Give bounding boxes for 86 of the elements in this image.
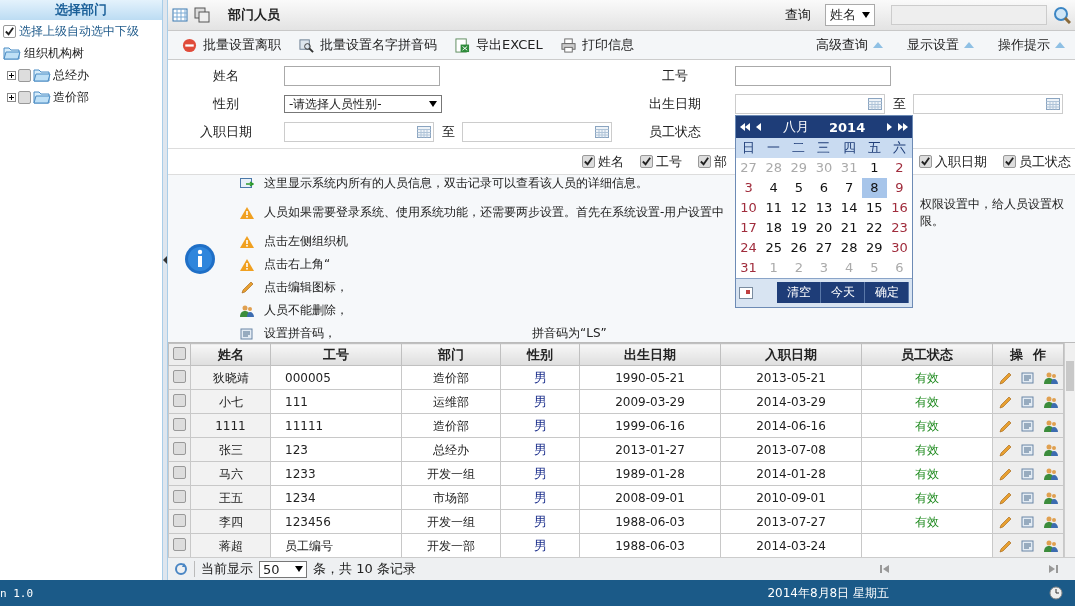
- range-separator: 至: [440, 123, 456, 141]
- table-cell: 小七: [218, 394, 243, 409]
- table-cell: 2008-09-01: [615, 490, 685, 505]
- table-cell: 马六: [218, 466, 243, 481]
- table-cell: 有效: [915, 514, 939, 529]
- table-cell: 2013-05-21: [756, 370, 826, 385]
- date-text: 2014年8月8日 星期五: [767, 584, 889, 602]
- table-cell: 123456: [285, 514, 331, 529]
- table-cell: 1988-06-03: [615, 538, 685, 553]
- weekday-label: 二: [791, 139, 807, 157]
- table-cell: 111: [285, 394, 308, 409]
- field-label: 入职日期: [199, 123, 253, 141]
- table-cell: 123: [285, 442, 308, 457]
- table-cell: 11111: [285, 418, 324, 433]
- table-cell: 2014-01-28: [756, 466, 826, 481]
- weekday-label: 三: [816, 139, 832, 157]
- table-cell: 造价部: [433, 370, 469, 385]
- table-cell: 有效: [915, 370, 939, 385]
- field-label: 员工状态: [647, 123, 702, 141]
- tip-text: 拼音码为“LS”: [532, 325, 608, 342]
- table-cell: 男: [533, 417, 547, 433]
- field-label: 性别: [212, 95, 240, 113]
- pager-label: 当前显示: [201, 560, 253, 578]
- field-label: 工号: [660, 67, 689, 85]
- table-cell: 2014-03-24: [756, 538, 826, 553]
- table-cell: 男: [533, 441, 547, 457]
- page-title: 部门人员: [228, 6, 280, 24]
- query-label: 查询: [785, 6, 811, 24]
- table-cell: 2014-06-16: [756, 418, 826, 433]
- record-summary: 条，共 10 条记录: [313, 560, 416, 578]
- table-cell: 1999-06-16: [615, 418, 685, 433]
- table-cell: 男: [533, 393, 547, 409]
- table-cell: 有效: [915, 466, 939, 481]
- table-cell: 男: [533, 537, 547, 553]
- table-cell: 狄晓靖: [212, 370, 249, 385]
- table-cell: 1989-01-28: [615, 466, 685, 481]
- table-cell: 2009-03-29: [615, 394, 685, 409]
- table-cell: 男: [533, 513, 547, 529]
- weekday-label: 一: [766, 139, 782, 157]
- table-cell: 男: [533, 465, 547, 481]
- table-cell: 有效: [915, 442, 939, 457]
- table-cell: 张三: [218, 442, 243, 457]
- table-cell: 员工编号: [285, 538, 333, 553]
- table-cell: 有效: [915, 394, 939, 409]
- field-label: 出生日期: [647, 95, 702, 113]
- table-cell: 开发一部: [427, 538, 475, 553]
- weekday-label: 六: [891, 139, 907, 157]
- range-separator: 至: [891, 95, 907, 113]
- table-cell: 1111: [215, 418, 246, 433]
- tip-text: 这里显示系统内所有的人员信息，双击记录可以查看该人员的详细信息。: [264, 175, 648, 192]
- table-cell: 2013-07-27: [756, 514, 826, 529]
- table-cell: 总经办: [433, 442, 469, 457]
- table-cell: 1990-05-21: [615, 370, 685, 385]
- table-cell: 市场部: [433, 490, 469, 505]
- table-cell: 男: [533, 369, 547, 385]
- table-cell: 1233: [285, 466, 316, 481]
- tip-text: 点击编辑图标，: [264, 279, 348, 296]
- weekday-label: 四: [841, 139, 857, 157]
- table-cell: 李四: [218, 514, 243, 529]
- sidebar-title: 选择部门: [0, 0, 162, 20]
- table-cell: 男: [533, 489, 547, 505]
- table-cell: 运维部: [433, 394, 469, 409]
- weekday-label: 五: [866, 139, 882, 157]
- table-cell: 2010-09-01: [756, 490, 826, 505]
- table-cell: 蒋超: [218, 538, 243, 553]
- table-cell: 000005: [285, 370, 331, 385]
- field-label: 姓名: [212, 67, 240, 85]
- tip-text: 点击左侧组织机: [264, 233, 348, 250]
- table-cell: 2013-07-08: [756, 442, 826, 457]
- weekday-label: 日: [741, 139, 757, 157]
- table-cell: 有效: [915, 418, 939, 433]
- table-cell: 2013-01-27: [615, 442, 685, 457]
- table-cell: 1234: [285, 490, 316, 505]
- tip-text: 点击右上角“: [264, 256, 331, 273]
- table-cell: 王五: [218, 490, 243, 505]
- table-cell: 开发一组: [427, 466, 475, 481]
- tip-text: 人员不能删除，: [264, 302, 348, 319]
- table-cell: 开发一组: [427, 514, 475, 529]
- version-text: n 1.0: [0, 586, 34, 600]
- tip-text: 权限设置中，给人员设置权限。: [920, 195, 1066, 230]
- table-cell: 2014-03-29: [756, 394, 826, 409]
- tip-text: 设置拼音码，: [264, 325, 336, 342]
- table-cell: 1988-06-03: [615, 514, 685, 529]
- tip-text: 人员如果需要登录系统、使用系统功能，还需要两步设置。首先在系统设置-用户设置中: [264, 204, 725, 221]
- table-cell: 有效: [915, 490, 939, 505]
- table-cell: 造价部: [433, 418, 469, 433]
